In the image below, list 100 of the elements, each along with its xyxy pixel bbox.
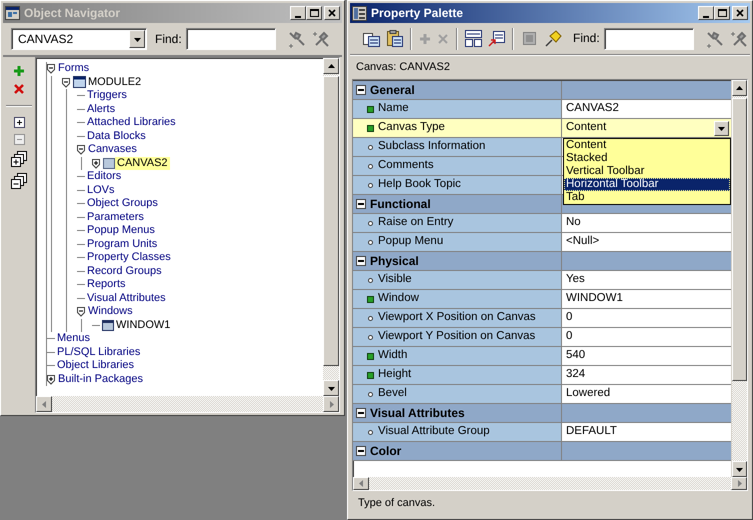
tree-item[interactable]: Alerts [85, 102, 118, 116]
tree-item[interactable]: MODULE2 [86, 76, 144, 89]
search-next-icon[interactable] [728, 30, 747, 48]
tree-item[interactable]: Triggers [85, 89, 129, 102]
maximize-icon [309, 8, 319, 18]
section-header[interactable]: Visual Attributes [353, 404, 731, 423]
search-previous-icon[interactable] [704, 30, 723, 48]
scroll-down-button[interactable] [732, 461, 747, 477]
scroll-up-button[interactable] [323, 58, 339, 74]
tree-item[interactable]: Data Blocks [85, 130, 148, 143]
property-name-cell[interactable]: Name [353, 100, 562, 118]
property-name: Visual Attribute Group [378, 425, 490, 439]
property-name-cell[interactable]: Height [353, 366, 562, 384]
tree-item[interactable]: Program Units [85, 238, 160, 251]
close-button[interactable] [324, 6, 340, 20]
tree-item[interactable]: Property Classes [85, 251, 173, 264]
vertical-scrollbar[interactable] [731, 80, 747, 477]
app-icon[interactable] [352, 6, 367, 20]
property-name-cell[interactable]: Window [353, 290, 562, 308]
tree-item[interactable]: Attached Libraries [85, 116, 178, 130]
collapse-toggle-icon[interactable] [46, 63, 56, 74]
dropdown-option[interactable]: Horizontal Toolbar [564, 178, 730, 191]
find-field[interactable] [604, 28, 694, 50]
minimize-button[interactable] [698, 6, 714, 20]
arrow-list-icon[interactable] [488, 30, 505, 47]
horizontal-scrollbar[interactable] [36, 396, 339, 412]
dropdown-button[interactable] [714, 120, 729, 136]
section-header[interactable]: Physical [353, 252, 731, 271]
delete-icon[interactable] [13, 83, 25, 95]
expand-icon[interactable] [14, 117, 24, 128]
expand-toggle-icon[interactable] [46, 374, 56, 385]
horizontal-scrollbar[interactable] [353, 477, 747, 490]
pushpin-icon[interactable] [544, 30, 562, 47]
maximize-button[interactable] [714, 6, 730, 20]
property-name-cell[interactable]: Comments [353, 157, 562, 175]
hierarchy-icon[interactable] [465, 30, 482, 47]
tree-item[interactable]: Object Libraries [55, 359, 136, 372]
tree-item[interactable]: Editors [85, 170, 124, 184]
property-name-cell[interactable]: Subclass Information [353, 138, 562, 156]
expand-all-icon[interactable] [11, 151, 27, 167]
tree-item[interactable]: Canvases [86, 143, 139, 156]
tree-item[interactable]: PL/SQL Libraries [55, 346, 142, 359]
property-name-cell[interactable]: Viewport Y Position on Canvas [353, 328, 562, 346]
collapse-icon[interactable] [356, 199, 366, 209]
search-next-icon[interactable] [310, 30, 329, 48]
close-button[interactable] [732, 6, 748, 20]
scroll-left-button[interactable] [36, 396, 52, 412]
property-name-cell[interactable]: Viewport X Position on Canvas [353, 309, 562, 327]
tree-item[interactable]: Parameters [85, 210, 146, 224]
scroll-right-button[interactable] [731, 477, 747, 490]
tree-item[interactable]: Windows [86, 305, 135, 318]
tree-item[interactable]: Forms [56, 62, 92, 76]
maximize-button[interactable] [306, 6, 322, 20]
dropdown-option[interactable]: Vertical Toolbar [564, 165, 730, 178]
collapse-toggle-icon[interactable] [76, 306, 86, 318]
tree-item[interactable]: Menus [55, 332, 92, 346]
paste-icon[interactable] [386, 30, 403, 47]
scroll-right-button[interactable] [323, 396, 339, 412]
collapse-icon[interactable] [356, 446, 366, 456]
minimize-button[interactable] [290, 6, 306, 20]
section-header[interactable]: General [353, 81, 731, 100]
dropdown-option[interactable]: Stacked [564, 152, 730, 165]
tree-item[interactable]: Record Groups [85, 264, 164, 278]
tree-item[interactable]: Reports [85, 278, 128, 292]
property-name-cell[interactable]: Bevel [353, 385, 562, 403]
dropdown-button[interactable] [129, 30, 145, 48]
find-field[interactable] [186, 28, 276, 50]
square-icon[interactable] [521, 30, 538, 47]
property-name-cell[interactable]: Width [353, 347, 562, 365]
tree-item[interactable]: CANVAS2 [115, 156, 170, 170]
scrollbar-thumb[interactable] [732, 98, 747, 381]
property-name-cell[interactable]: Visible [353, 271, 562, 289]
tree-item[interactable]: LOVs [85, 184, 117, 197]
property-name-cell[interactable]: Visual Attribute Group [353, 423, 562, 441]
collapse-icon[interactable] [356, 256, 366, 266]
collapse-icon[interactable] [356, 408, 366, 418]
collapse-toggle-icon[interactable] [61, 76, 71, 88]
tree-item[interactable]: Popup Menus [85, 224, 157, 238]
property-name-cell[interactable]: Raise on Entry [353, 214, 562, 232]
property-name-cell[interactable]: Canvas Type [353, 119, 562, 137]
property-name-cell[interactable]: Popup Menu [353, 233, 562, 251]
search-previous-icon[interactable] [286, 30, 305, 48]
copy-icon[interactable] [363, 30, 380, 46]
object-select[interactable]: CANVAS2 [11, 28, 147, 50]
tree-item[interactable]: Visual Attributes [85, 292, 168, 305]
tree-item[interactable]: WINDOW1 [114, 318, 172, 332]
dropdown-field[interactable]: Content [562, 119, 731, 137]
tree-item[interactable]: Object Groups [85, 197, 160, 210]
scroll-up-button[interactable] [732, 80, 747, 96]
collapse-icon[interactable] [356, 85, 366, 95]
expand-toggle-icon[interactable] [91, 158, 101, 169]
scroll-left-button[interactable] [353, 477, 369, 490]
collapse-toggle-icon[interactable] [76, 144, 86, 156]
tree-item[interactable]: Built-in Packages [56, 372, 145, 386]
app-icon[interactable] [5, 6, 20, 20]
scroll-down-button[interactable] [323, 380, 339, 396]
section-header[interactable]: Color [353, 442, 731, 461]
collapse-all-icon[interactable] [11, 173, 27, 189]
dropdown-option[interactable]: Content [564, 139, 730, 152]
property-name-cell[interactable]: Help Book Topic [353, 176, 562, 194]
